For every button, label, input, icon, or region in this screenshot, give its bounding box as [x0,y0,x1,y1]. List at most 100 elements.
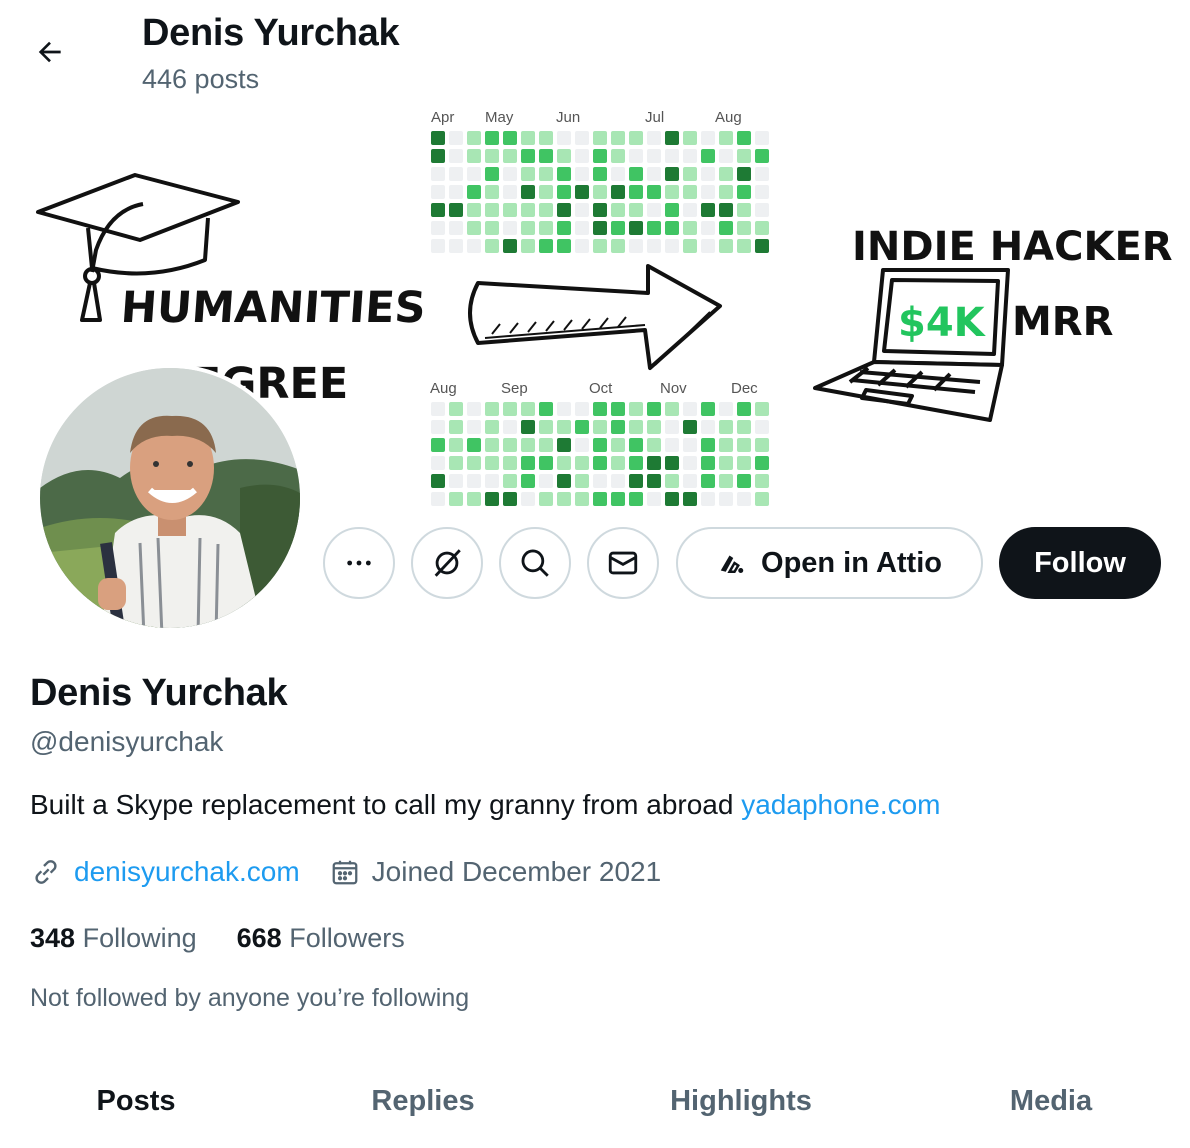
contribution-cell [539,203,553,217]
contribution-cell [647,402,661,416]
contribution-cell [611,131,625,145]
contribution-cell [503,456,517,470]
contribution-cell [539,420,553,434]
avatar[interactable] [36,364,304,632]
contribution-cell [431,492,445,506]
contribution-cell [701,474,715,488]
contribution-cell [701,203,715,217]
month-label: Apr [431,109,454,126]
contribution-cell [593,402,607,416]
contribution-cell [467,221,481,235]
arrow-right-icon [468,264,722,370]
contribution-cell [539,185,553,199]
contribution-cell [755,149,769,163]
contribution-cell [593,420,607,434]
back-button[interactable] [30,32,70,72]
contribution-cell [431,456,445,470]
contribution-cell [665,131,679,145]
contribution-cell [557,221,571,235]
month-label: May [485,109,514,126]
bio-link[interactable]: yadaphone.com [741,789,940,820]
contribution-cell [737,438,751,452]
contribution-cell [521,149,535,163]
contribution-cell [521,221,535,235]
contribution-cell [629,149,643,163]
contribution-cell [665,456,679,470]
contribution-cell [485,402,499,416]
month-label: Dec [731,380,758,397]
contribution-cell [593,131,607,145]
contribution-cell [665,221,679,235]
following-stat[interactable]: 348 Following [30,923,197,954]
contribution-cell [665,420,679,434]
open-in-attio-button[interactable]: Open in Attio [676,527,983,599]
contribution-cell [683,474,697,488]
contribution-cell [683,185,697,199]
contribution-cell [467,474,481,488]
tab-highlights[interactable]: Highlights [670,1085,812,1118]
contribution-cell [575,438,589,452]
contribution-cell [431,185,445,199]
contribution-cell [575,149,589,163]
contribution-graph-bottom [431,402,769,506]
contribution-cell [611,438,625,452]
not-followed-notice: Not followed by anyone you’re following [30,984,470,1012]
contribution-cell [557,131,571,145]
contribution-cell [647,474,661,488]
search-button[interactable] [499,527,571,599]
message-button[interactable] [587,527,659,599]
contribution-cell [683,438,697,452]
contribution-cell [557,185,571,199]
contribution-cell [449,420,463,434]
contribution-cell [539,131,553,145]
contribution-cell [467,492,481,506]
contribution-cell [683,167,697,181]
banner-mrr: MRR [1012,299,1113,345]
contribution-cell [701,149,715,163]
contribution-cell [503,149,517,163]
more-button[interactable] [323,527,395,599]
tab-posts[interactable]: Posts [97,1085,176,1118]
contribution-cell [485,149,499,163]
contribution-cell [737,492,751,506]
tab-media[interactable]: Media [1010,1085,1092,1118]
contribution-cell [719,149,733,163]
contribution-cell [611,149,625,163]
contribution-cell [719,221,733,235]
contribution-cell [449,239,463,253]
contribution-cell [719,438,733,452]
contribution-cell [611,221,625,235]
contribution-cell [503,131,517,145]
contribution-cell [575,402,589,416]
contribution-cell [755,185,769,199]
banner-revenue: $4K [898,300,987,346]
contribution-cell [503,239,517,253]
followers-stat[interactable]: 668 Followers [237,923,405,954]
contribution-cell [521,474,535,488]
contribution-cell [665,402,679,416]
contribution-cell [467,438,481,452]
contribution-cell [593,456,607,470]
grok-button[interactable] [411,527,483,599]
contribution-cell [665,203,679,217]
website-link[interactable]: denisyurchak.com [74,856,300,888]
contribution-cell [611,474,625,488]
profile-name: Denis Yurchak [30,672,288,714]
contribution-cell [467,185,481,199]
contribution-cell [629,402,643,416]
contribution-cell [647,185,661,199]
contribution-cell [701,402,715,416]
contribution-cell [467,149,481,163]
follow-button[interactable]: Follow [999,527,1161,599]
contribution-cell [575,420,589,434]
attio-logo-icon [720,555,744,573]
month-label: Oct [589,380,613,397]
contribution-cell [449,221,463,235]
contribution-cell [485,221,499,235]
contribution-cell [521,438,535,452]
contribution-cell [575,456,589,470]
profile-bio: Built a Skype replacement to call my gra… [30,789,941,821]
contribution-cell [629,131,643,145]
contribution-cell [521,203,535,217]
tab-replies[interactable]: Replies [371,1085,474,1118]
